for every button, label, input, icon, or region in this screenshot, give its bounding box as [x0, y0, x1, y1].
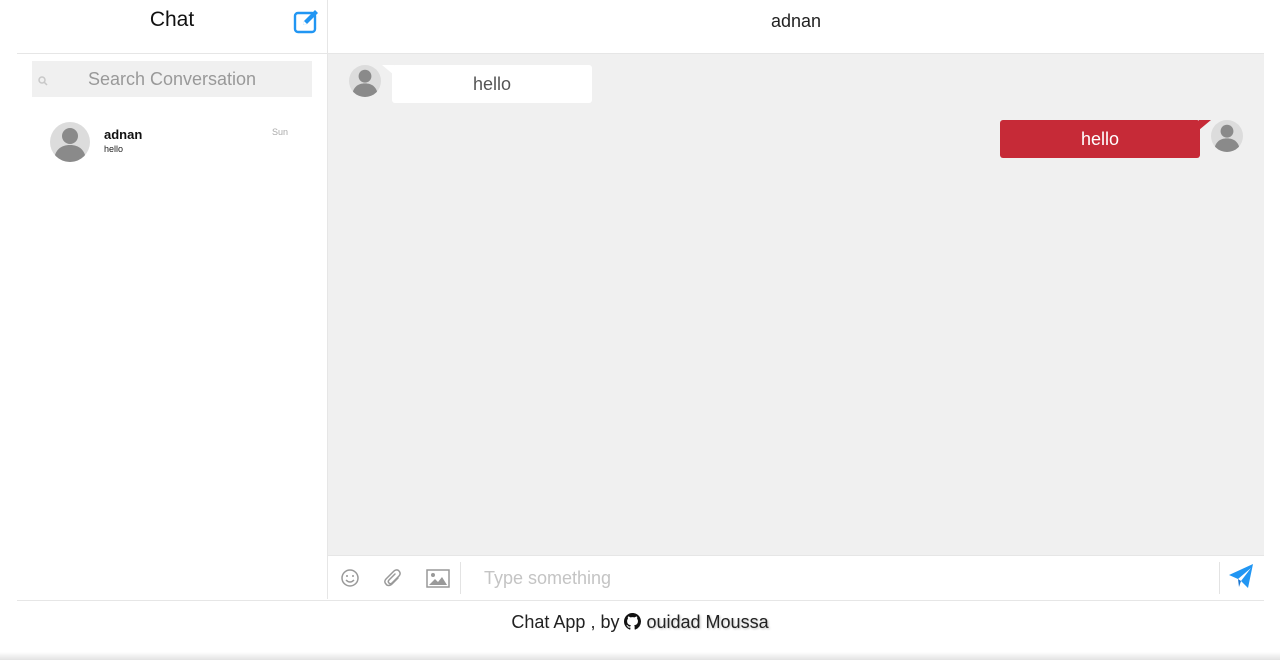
avatar [50, 122, 90, 162]
author-name: ouidad Moussa [646, 612, 769, 632]
footer-text: Chat App , by [511, 612, 620, 632]
sidebar-header: Chat [17, 0, 327, 54]
conversation-preview: hello [104, 144, 124, 154]
send-button[interactable] [1227, 562, 1257, 592]
compose-icon[interactable] [293, 8, 321, 34]
message-list: hello hello [328, 54, 1264, 555]
incoming-message: hello [392, 65, 592, 103]
image-icon[interactable] [426, 567, 450, 589]
conversation-date: Sun [272, 127, 289, 137]
sidebar-title: Chat [149, 8, 195, 31]
github-icon [624, 613, 642, 630]
message-composer [328, 555, 1264, 600]
outgoing-message: hello [1000, 120, 1200, 158]
conversation-name: adnan [104, 127, 143, 142]
bubble-tail [1199, 120, 1211, 130]
page-bottom-edge [0, 652, 1280, 660]
attach-icon[interactable] [383, 567, 405, 589]
chat-header: adnan [328, 0, 1264, 54]
chat-panel: adnan hello hello [328, 0, 1264, 600]
footer: Chat App , by ouidad Moussa [0, 612, 1280, 633]
divider [1219, 562, 1220, 594]
search-box [32, 61, 312, 97]
search-input[interactable] [54, 61, 290, 97]
divider [460, 562, 461, 594]
send-icon [1229, 564, 1253, 588]
message-input[interactable] [484, 562, 1204, 594]
chat-app: Chat Search Conversation adnan hello Sun… [17, 0, 1264, 601]
author-link[interactable]: ouidad Moussa [624, 612, 769, 632]
chat-title: adnan [770, 11, 822, 31]
sidebar: Chat Search Conversation adnan hello Sun [17, 0, 328, 599]
conversation-item[interactable]: adnan hello Sun [32, 112, 312, 172]
search-icon [37, 74, 49, 86]
avatar [1211, 120, 1243, 152]
emoji-icon[interactable] [339, 567, 361, 589]
avatar [349, 65, 381, 97]
